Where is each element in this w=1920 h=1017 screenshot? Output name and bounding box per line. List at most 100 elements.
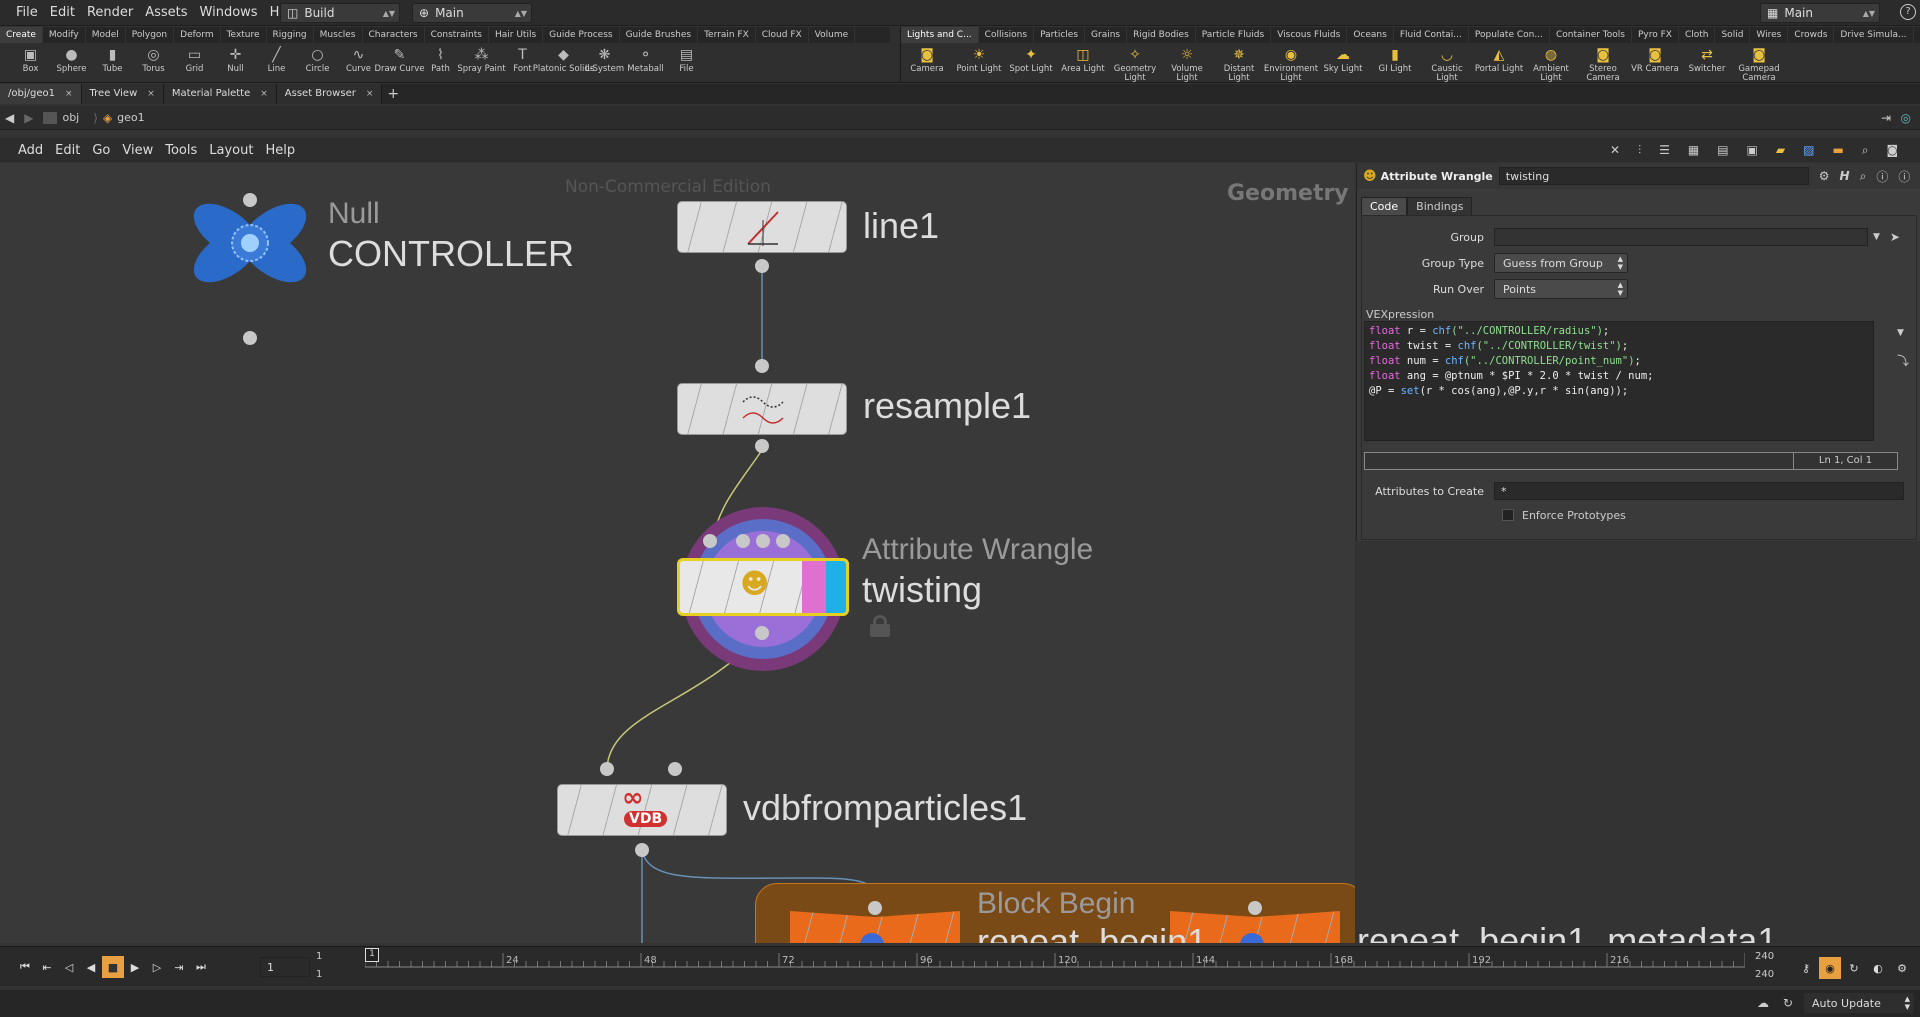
- shelf-tool-area-light[interactable]: ◫ Area Light: [1057, 43, 1109, 83]
- shelf-tab[interactable]: Particles: [1034, 27, 1086, 43]
- group-select-arrow-icon[interactable]: ➤: [1890, 230, 1900, 244]
- shelf-tab[interactable]: Characters: [363, 27, 425, 43]
- resample-node[interactable]: [677, 383, 847, 435]
- shelf-tool-volume-light[interactable]: ☼ Volume Light: [1161, 43, 1213, 83]
- param-search-icon[interactable]: ⌕: [1860, 169, 1867, 184]
- attrs-field[interactable]: *: [1494, 482, 1904, 500]
- shelf-tab[interactable]: Crowds: [1788, 27, 1835, 43]
- shelf-tab[interactable]: Solid: [1715, 27, 1751, 43]
- group-dropdown-icon[interactable]: ▼: [1873, 232, 1880, 242]
- refresh-icon[interactable]: ↻: [1783, 996, 1793, 1010]
- grid-icon[interactable]: ▦: [1688, 143, 1699, 158]
- loop-icon[interactable]: ↻: [1843, 957, 1865, 979]
- menu-windows[interactable]: Windows: [194, 5, 264, 20]
- null-output[interactable]: [243, 331, 257, 345]
- shelf-tool-spot-light[interactable]: ✦ Spot Light: [1005, 43, 1057, 83]
- shelf-tab[interactable]: Hair Utils: [489, 27, 544, 43]
- shelf-tool-sky-light[interactable]: ☁ Sky Light: [1317, 43, 1369, 83]
- netmenu-edit[interactable]: Edit: [49, 143, 86, 158]
- range-end[interactable]: 240: [1755, 951, 1774, 962]
- shelf-tool-camera[interactable]: ◙ Camera: [901, 43, 953, 83]
- next-key-icon[interactable]: ⇥: [168, 956, 190, 978]
- picture-icon[interactable]: ▨: [1803, 143, 1814, 158]
- network-editor[interactable]: Non-Commercial Edition Geometry Null CON…: [0, 163, 1355, 943]
- box-icon[interactable]: ▬: [1832, 143, 1843, 158]
- shelf-tab[interactable]: Oceans: [1347, 27, 1394, 43]
- shelf-tab[interactable]: Constraints: [425, 27, 489, 43]
- pane-tab[interactable]: Material Palette ×: [163, 84, 277, 104]
- camera-icon[interactable]: ◙: [1887, 143, 1899, 158]
- wrangle-output[interactable]: [755, 626, 769, 640]
- update-mode-select[interactable]: Auto Update ▲ ▼: [1804, 993, 1914, 1013]
- shelf-tool-point-light[interactable]: ☀ Point Light: [953, 43, 1005, 83]
- param-help-icon[interactable]: ⓘ: [1898, 168, 1910, 185]
- shelf-tool-font[interactable]: T Font: [502, 43, 543, 83]
- shelf-tool-stereo-camera[interactable]: ◙ Stereo Camera: [1577, 43, 1629, 83]
- shelf-tool-grid[interactable]: ▭ Grid: [174, 43, 215, 83]
- shelf-tab[interactable]: Deform: [174, 27, 221, 43]
- group-type-select[interactable]: Guess from Group ▲ ▼: [1494, 253, 1628, 273]
- enforce-checkbox[interactable]: [1502, 509, 1514, 521]
- range-start[interactable]: 1: [316, 951, 322, 962]
- vdb-output[interactable]: [635, 843, 649, 857]
- vdb-input-1[interactable]: [600, 762, 614, 776]
- shelf-tool-circle[interactable]: ○ Circle: [297, 43, 338, 83]
- tab-bindings[interactable]: Bindings: [1407, 197, 1473, 216]
- line-output[interactable]: [755, 259, 769, 273]
- shelf-tool-box[interactable]: ▣ Box: [10, 43, 51, 83]
- search-icon[interactable]: ⌕: [1862, 143, 1869, 158]
- block2-input[interactable]: [1248, 901, 1262, 915]
- play-icon[interactable]: ▶: [124, 956, 146, 978]
- audio-icon[interactable]: ◐: [1867, 957, 1889, 979]
- shelf-tool-caustic-light[interactable]: ◡ Caustic Light: [1421, 43, 1473, 83]
- info-icon[interactable]: ⓘ: [1876, 168, 1888, 185]
- shelf-tool-line[interactable]: ╱ Line: [256, 43, 297, 83]
- shelf-tool-environment-light[interactable]: ◉ Environment Light: [1264, 43, 1318, 83]
- list-icon[interactable]: ☰: [1659, 143, 1670, 158]
- netmenu-add[interactable]: Add: [12, 143, 49, 158]
- houdini-help-icon[interactable]: H: [1840, 169, 1850, 183]
- back-icon[interactable]: ◀: [5, 111, 14, 125]
- wrangle-input-4[interactable]: [776, 534, 790, 548]
- shelf-tab[interactable]: Pyro FX: [1632, 27, 1679, 43]
- shelf-tool-ambient-light[interactable]: ◍ Ambient Light: [1525, 43, 1577, 83]
- tree-icon[interactable]: ⫶: [1638, 143, 1641, 158]
- menu-assets[interactable]: Assets: [139, 5, 193, 20]
- path-obj[interactable]: obj: [62, 111, 79, 124]
- shelf-tool-platonic-solids[interactable]: ◆ Platonic Solids: [533, 43, 595, 83]
- shelf-tab[interactable]: Guide Brushes: [620, 27, 699, 43]
- shelf-tool-vr-camera[interactable]: ◙ VR Camera: [1629, 43, 1681, 83]
- play-reverse-icon[interactable]: ◀: [80, 956, 102, 978]
- help-icon[interactable]: ?: [1900, 4, 1916, 20]
- shelf-tool-l-system[interactable]: ❋ L-System: [584, 43, 625, 83]
- desktop-selector[interactable]: ◫ Build ▲▼: [280, 3, 400, 23]
- group-field[interactable]: [1494, 228, 1868, 246]
- pane-tab[interactable]: /obj/geo1 ×: [0, 84, 82, 104]
- shelf-tab[interactable]: Collisions: [979, 27, 1035, 43]
- code-menu-icon[interactable]: ▼: [1897, 328, 1904, 338]
- shelf-tab[interactable]: Cloth: [1679, 27, 1716, 43]
- line-node[interactable]: [677, 201, 847, 253]
- range-end-2[interactable]: 240: [1755, 969, 1774, 980]
- menu-render[interactable]: Render: [81, 5, 139, 20]
- pane-tab[interactable]: Asset Browser ×: [276, 84, 383, 104]
- shelf-tool-sphere[interactable]: ● Sphere: [51, 43, 92, 83]
- shelf-tab[interactable]: Create: [0, 27, 43, 43]
- frame-marker[interactable]: 1: [365, 948, 379, 962]
- close-icon[interactable]: ×: [260, 84, 268, 104]
- pin-icon[interactable]: ⇥: [1881, 111, 1891, 125]
- shelf-tool-switcher[interactable]: ⇄ Switcher: [1681, 43, 1733, 83]
- resample-input[interactable]: [755, 359, 769, 373]
- note-icon[interactable]: ▰: [1776, 143, 1785, 158]
- close-icon[interactable]: ×: [147, 84, 155, 104]
- shelf-tool-spray-paint[interactable]: ⁂ Spray Paint: [457, 43, 505, 83]
- shelf-tool-geometry-light[interactable]: ✧ Geometry Light: [1109, 43, 1161, 83]
- shelf-tool-metaball[interactable]: ⚬ Metaball: [625, 43, 666, 83]
- go-end-icon[interactable]: ⏭: [190, 956, 212, 978]
- shelf-tab[interactable]: Volume: [809, 27, 856, 43]
- tab-code[interactable]: Code: [1361, 197, 1408, 216]
- path-geo[interactable]: geo1: [117, 111, 144, 124]
- netmenu-view[interactable]: View: [116, 143, 159, 158]
- menu-file[interactable]: File: [10, 5, 44, 20]
- pane-tab[interactable]: Tree View ×: [81, 84, 164, 104]
